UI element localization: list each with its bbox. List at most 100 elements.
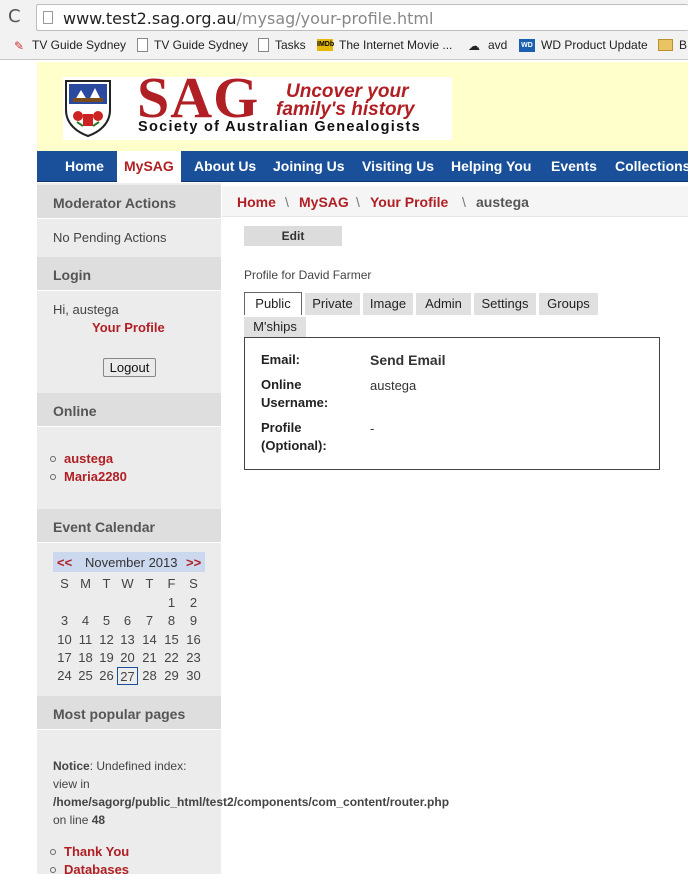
nav-events[interactable]: Events [551, 151, 597, 182]
bookmark-tv-guide-1[interactable]: ✎ TV Guide Sydney [14, 38, 127, 53]
calendar-day[interactable]: 17 [54, 649, 75, 667]
tab-memberships[interactable]: M'ships [244, 317, 306, 337]
calendar-weekday: F [167, 576, 176, 591]
calendar-day[interactable]: 23 [183, 649, 204, 667]
calendar-day[interactable]: 28 [139, 667, 160, 685]
calendar-day[interactable]: 21 [139, 649, 160, 667]
tab-public[interactable]: Public [244, 292, 302, 315]
folder-icon [658, 39, 673, 51]
bookmark-avd[interactable]: ☁ avd [468, 38, 507, 53]
page-icon [137, 38, 148, 52]
nav-joining-us[interactable]: Joining Us [273, 151, 345, 182]
nav-helping-you[interactable]: Helping You [451, 151, 531, 182]
calendar-day[interactable]: 18 [75, 649, 96, 667]
calendar-day[interactable]: 22 [161, 649, 182, 667]
calendar-day[interactable]: 10 [54, 631, 75, 649]
tab-private[interactable]: Private [305, 293, 360, 315]
reload-icon[interactable]: C [8, 6, 21, 27]
breadcrumb-separator: \ [356, 194, 360, 210]
tab-image[interactable]: Image [363, 293, 413, 315]
breadcrumb-mysag[interactable]: MySAG [299, 194, 349, 210]
calendar-day[interactable]: 1 [161, 594, 182, 612]
online-user-link[interactable]: Maria2280 [50, 469, 127, 484]
address-bar[interactable]: www.test2.sag.org.au/mysag/your-profile.… [36, 4, 688, 31]
calendar-day[interactable]: 20 [117, 649, 138, 667]
bookmark-label: WD Product Update [541, 38, 648, 52]
crest-icon [65, 80, 111, 138]
nav-about-us[interactable]: About Us [194, 151, 256, 182]
browser-toolbar: C www.test2.sag.org.au/mysag/your-profil… [0, 0, 688, 34]
notice-label: Notice [53, 759, 90, 773]
tab-groups[interactable]: Groups [539, 293, 598, 315]
calendar-weekday: T [145, 576, 154, 591]
calendar-day[interactable]: 4 [75, 612, 96, 630]
edit-button[interactable]: Edit [244, 226, 342, 246]
nav-mysag[interactable]: MySAG [117, 151, 181, 182]
breadcrumb-home[interactable]: Home [237, 194, 276, 210]
calendar-day[interactable]: 8 [161, 612, 182, 630]
calendar-day[interactable]: 16 [183, 631, 204, 649]
online-user-link[interactable]: austega [50, 451, 113, 466]
bookmark-tv-guide-2[interactable]: TV Guide Sydney [137, 38, 248, 52]
calendar-day[interactable]: 9 [183, 612, 204, 630]
breadcrumb-your-profile[interactable]: Your Profile [370, 194, 448, 210]
nav-collections[interactable]: Collections [615, 151, 688, 182]
breadcrumb-separator: \ [462, 194, 466, 210]
tab-settings[interactable]: Settings [474, 293, 536, 315]
calendar-header: << November 2013 >> [53, 552, 205, 572]
bookmark-label: TV Guide Sydney [32, 38, 127, 52]
url-path: /mysag/your-profile.html [236, 9, 434, 28]
notice-path: /home/sagorg/public_html/test2/component… [53, 795, 450, 809]
bookmark-imdb[interactable]: IMDb The Internet Movie ... [317, 38, 452, 52]
popular-page-link[interactable]: Databases [50, 862, 129, 874]
username-label-line-1: Online [261, 377, 302, 392]
bookmark-tasks[interactable]: Tasks [258, 38, 306, 52]
calendar-day[interactable]: 26 [96, 667, 117, 685]
moderator-status: No Pending Actions [53, 230, 167, 245]
calendar-weekday: T [102, 576, 111, 591]
page-icon [43, 11, 53, 24]
calendar-day[interactable]: 29 [161, 667, 182, 685]
calendar-day[interactable]: 24 [54, 667, 75, 685]
calendar-day[interactable]: 11 [75, 631, 96, 649]
bookmark-folder[interactable]: BI [658, 38, 688, 52]
calendar-prev-button[interactable]: << [57, 555, 72, 570]
calendar-day[interactable]: 19 [96, 649, 117, 667]
your-profile-link[interactable]: Your Profile [92, 320, 165, 335]
calendar-day[interactable]: 2 [183, 594, 204, 612]
calendar-day[interactable]: 6 [117, 612, 138, 630]
calendar-day[interactable]: 3 [54, 612, 75, 630]
logout-button[interactable]: Logout [103, 358, 156, 377]
popular-page-link[interactable]: Thank You [50, 844, 129, 859]
breadcrumb: Home \ MySAG \ Your Profile \ austega [222, 186, 688, 217]
send-email-link[interactable]: Send Email [370, 352, 445, 368]
profile-title: Profile for David Farmer [244, 268, 372, 282]
notice-line-number: 48 [91, 813, 106, 827]
greeting: Hi, austega [53, 302, 119, 317]
bookmark-label: Tasks [275, 38, 306, 52]
calendar-day[interactable]: 13 [117, 631, 138, 649]
calendar-weekday: S [189, 576, 198, 591]
calendar-day[interactable]: 12 [96, 631, 117, 649]
calendar-day[interactable]: 15 [161, 631, 182, 649]
calendar-day[interactable]: 14 [139, 631, 160, 649]
society-name: Society of Australian Genealogists [138, 119, 421, 135]
calendar-day[interactable]: 5 [96, 612, 117, 630]
calendar-next-button[interactable]: >> [186, 555, 201, 570]
calendar-day-today[interactable]: 27 [117, 667, 138, 686]
calendar-day[interactable]: 7 [139, 612, 160, 630]
bookmark-label: The Internet Movie ... [339, 38, 453, 52]
calendar-day[interactable]: 25 [75, 667, 96, 685]
notice-text: : Undefined index: [89, 759, 187, 773]
bookmark-wd[interactable]: WD WD Product Update [519, 38, 648, 52]
nav-home[interactable]: Home [52, 151, 117, 182]
login-heading: Login [37, 257, 221, 291]
imdb-icon: IMDb [317, 39, 334, 51]
profile-optional-label: Profile (Optional): [261, 419, 327, 455]
calendar-day[interactable]: 30 [183, 667, 204, 685]
calendar-weekday: M [80, 576, 91, 591]
calendar-weekday: W [121, 576, 134, 591]
nav-visiting-us[interactable]: Visiting Us [362, 151, 434, 182]
tab-admin[interactable]: Admin [416, 293, 471, 315]
address-url[interactable]: www.test2.sag.org.au/mysag/your-profile.… [63, 9, 433, 28]
